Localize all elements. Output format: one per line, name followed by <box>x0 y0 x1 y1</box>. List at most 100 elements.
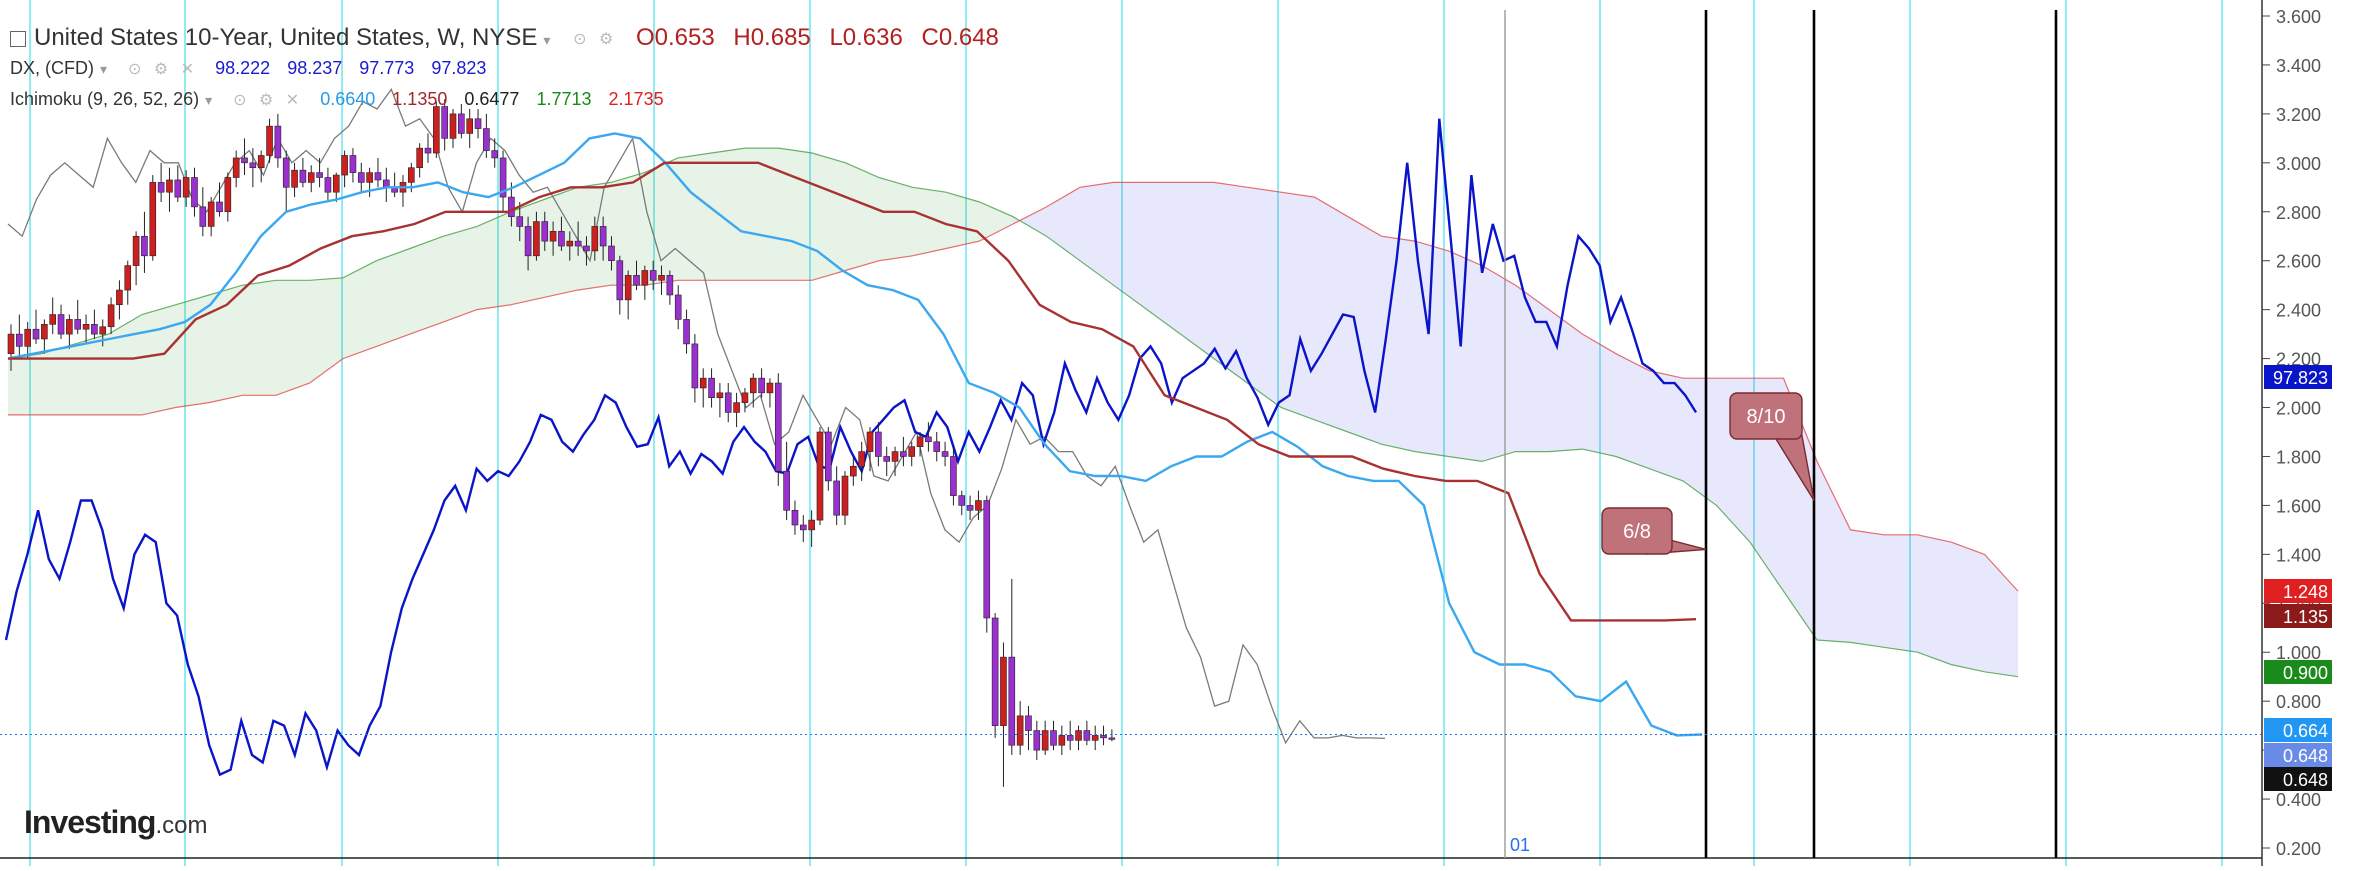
price-label-text: 1.135 <box>2283 607 2328 627</box>
candle-body <box>516 216 524 227</box>
ichimoku-cloud-segment <box>443 226 477 322</box>
candle-body <box>508 196 515 217</box>
candle-body <box>591 226 599 252</box>
chart-svg[interactable]: 016/88/100.2000.4000.6000.8001.0001.2001… <box>0 0 2360 866</box>
candle-body <box>116 289 123 306</box>
candle-body <box>324 177 332 193</box>
candle-body <box>141 235 148 257</box>
collapse-legend-icon[interactable] <box>10 30 26 47</box>
candle-body <box>724 392 732 413</box>
brand-main: Investing <box>24 804 156 840</box>
candle-body <box>174 179 182 198</box>
ichimoku-cloud-segment <box>1482 265 1516 462</box>
ichimoku-cloud-segment <box>1884 534 1918 653</box>
candle-body <box>57 314 65 335</box>
candle-body <box>958 495 966 506</box>
candle-body <box>316 172 323 178</box>
ichimoku-tenkan-value: 0.6640 <box>320 89 376 109</box>
price-label-text: 97.823 <box>2273 368 2328 388</box>
candle-body <box>883 456 891 462</box>
callout-label: 6/8 <box>1623 521 1651 543</box>
investing-logo: Investing.com <box>24 804 207 841</box>
candle-body <box>549 231 557 242</box>
candle-body <box>683 319 690 345</box>
chart-area[interactable]: 016/88/100.2000.4000.6000.8001.0001.2001… <box>0 0 2360 866</box>
candle-body <box>608 245 615 262</box>
candle-body <box>1025 715 1032 731</box>
candle-body <box>841 475 849 516</box>
candle-body <box>1100 735 1107 739</box>
ichimoku-cloud-segment <box>1683 378 1717 506</box>
candle-body <box>741 392 749 403</box>
candle-body <box>441 106 448 139</box>
symbol-title[interactable]: United States 10-Year, United States, W,… <box>34 24 537 51</box>
candle-body <box>32 328 40 340</box>
ichimoku-cloud-segment <box>1281 192 1315 420</box>
dx-label[interactable]: DX, (CFD) <box>10 58 94 78</box>
ichimoku-cloud-segment <box>276 280 310 396</box>
price-label-text: 1.248 <box>2283 582 2328 602</box>
price-axis-label: 2.800 <box>2276 203 2321 223</box>
candle-body <box>1000 656 1007 726</box>
ichimoku-spanb-value: 2.1735 <box>608 89 664 109</box>
candle-body <box>299 169 307 183</box>
ichimoku-cloud-segment <box>778 148 812 281</box>
candle-body <box>207 201 215 227</box>
candle-body <box>533 221 540 257</box>
candle-body <box>374 172 382 181</box>
chevron-down-icon[interactable]: ▾ <box>543 32 550 48</box>
price-label-text: 0.664 <box>2283 721 2328 741</box>
candle-body <box>716 392 724 399</box>
price-axis-label: 3.000 <box>2276 154 2321 174</box>
candle-body <box>182 177 190 198</box>
candle-body <box>900 451 907 457</box>
candle-body <box>1058 735 1066 746</box>
candle-body <box>766 382 774 394</box>
candle-body <box>1075 730 1082 741</box>
candle-body <box>424 147 432 154</box>
dx-value-high: 98.237 <box>287 58 343 78</box>
candle-body <box>458 113 465 134</box>
candle-body <box>266 125 273 156</box>
chevron-down-icon[interactable]: ▾ <box>100 61 107 77</box>
price-axis-label: 1.800 <box>2276 447 2321 467</box>
candle-body <box>49 314 57 325</box>
candle-body <box>983 500 991 619</box>
candle-body <box>833 480 840 516</box>
candle-body <box>332 174 340 193</box>
ichimoku-cloud-segment <box>1582 334 1616 457</box>
ichimoku-legend-buttons[interactable]: ⊙ ⚙ ✕ <box>233 90 303 110</box>
ichimoku-kijun-value: 1.1350 <box>392 89 448 109</box>
candle-body <box>908 446 916 457</box>
candle-body <box>433 106 440 154</box>
price-axis-label: 3.200 <box>2276 105 2321 125</box>
candle-body <box>232 157 240 178</box>
candle-body <box>408 167 415 183</box>
candle-body <box>558 231 565 247</box>
legend-buttons[interactable]: ⊙ ⚙ <box>573 29 617 49</box>
dx-legend-buttons[interactable]: ⊙ ⚙ ✕ <box>128 59 198 79</box>
candle-body <box>825 431 832 482</box>
candle-body <box>850 465 857 477</box>
ohlc-low: L0.636 <box>829 24 903 51</box>
ichimoku-cloud-segment <box>41 343 75 415</box>
candle-body <box>249 162 257 169</box>
price-axis-label: 0.800 <box>2276 692 2321 712</box>
ichimoku-cloud-segment <box>8 353 42 415</box>
candle-body <box>649 270 657 281</box>
candle-body <box>483 128 490 151</box>
candle-body <box>66 319 73 335</box>
candle-body <box>74 319 82 330</box>
candle-body <box>933 441 941 452</box>
dx-legend: DX, (CFD) ▾ ⊙ ⚙ ✕ 98.222 98.237 97.773 97… <box>10 58 486 79</box>
candle-body <box>291 169 298 188</box>
chevron-down-icon[interactable]: ▾ <box>205 92 212 108</box>
ichimoku-cloud-segment <box>1917 534 1951 665</box>
candle-body <box>416 147 423 169</box>
ichimoku-cloud-segment <box>410 236 444 335</box>
candle-body <box>816 431 824 521</box>
candle-body <box>708 377 715 399</box>
price-axis-label: 3.400 <box>2276 56 2321 76</box>
ichimoku-label[interactable]: Ichimoku (9, 26, 52, 26) <box>10 89 199 109</box>
ichimoku-spana-value: 1.7713 <box>536 89 592 109</box>
